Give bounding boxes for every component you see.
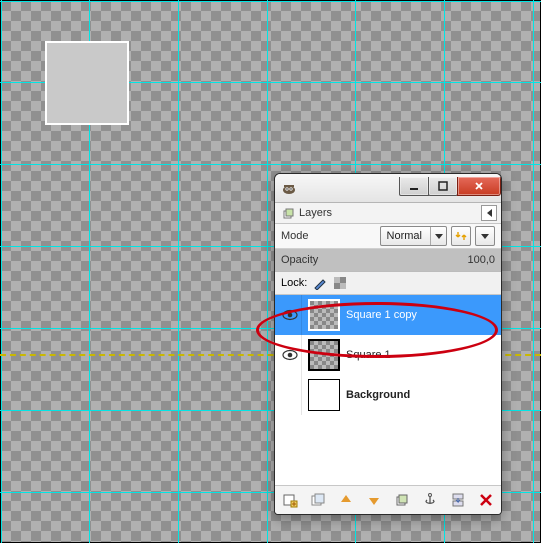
mode-label: Mode — [281, 230, 309, 242]
lock-alpha-toggle[interactable] — [333, 276, 347, 290]
layer-row[interactable]: Background — [275, 375, 501, 415]
layer-name[interactable]: Square 1 copy — [346, 309, 417, 321]
duplicate-layer-button[interactable] — [393, 491, 411, 509]
window-maximize-button[interactable] — [428, 177, 458, 196]
mode-dropdown[interactable]: Normal — [380, 226, 447, 246]
guide-horizontal — [0, 1, 541, 2]
dock-tab-bar: Layers — [275, 203, 501, 224]
lock-label: Lock: — [281, 277, 307, 289]
chevron-down-icon — [435, 234, 443, 239]
layers-icon — [283, 207, 295, 219]
gimp-icon — [281, 180, 297, 196]
mode-value: Normal — [381, 230, 430, 242]
window-close-button[interactable] — [457, 177, 501, 196]
layer-list[interactable]: Square 1 copy Square 1 Background — [275, 295, 501, 485]
lock-pixels-toggle[interactable] — [313, 276, 327, 290]
new-layer-group-button[interactable] — [309, 491, 327, 509]
chevron-down-icon — [481, 234, 489, 239]
layer-thumbnail — [308, 379, 340, 411]
layer-thumbnail — [308, 339, 340, 371]
drawn-square-layer — [45, 41, 129, 125]
layer-visibility-toggle[interactable] — [279, 335, 302, 375]
layer-visibility-toggle[interactable] — [279, 375, 302, 415]
layers-tab-label: Layers — [299, 207, 332, 219]
layer-row[interactable]: Square 1 copy — [275, 295, 501, 335]
mode-swap-button[interactable] — [451, 226, 471, 246]
merge-down-button[interactable] — [449, 491, 467, 509]
mode-row: Mode Normal — [275, 224, 501, 249]
opacity-slider[interactable]: Opacity 100,0 — [275, 249, 501, 272]
delete-layer-button[interactable] — [477, 491, 495, 509]
raise-layer-button[interactable] — [337, 491, 355, 509]
dock-menu-button[interactable] — [481, 205, 497, 221]
menu-arrow-icon — [487, 209, 492, 217]
guide-horizontal — [0, 164, 541, 165]
opacity-value: 100,0 — [467, 254, 495, 266]
layers-dialog[interactable]: Layers Mode Normal Opacity 100,0 Lock: — [274, 173, 502, 515]
swap-arrows-icon — [455, 230, 467, 242]
layers-toolbar — [275, 485, 501, 514]
mode-extra-dropdown[interactable] — [475, 226, 495, 246]
layer-thumbnail — [308, 299, 340, 331]
layer-name[interactable]: Square 1 — [346, 349, 391, 361]
anchor-layer-button[interactable] — [421, 491, 439, 509]
layers-tab[interactable]: Layers — [279, 206, 336, 220]
layer-visibility-toggle[interactable] — [279, 295, 302, 335]
lower-layer-button[interactable] — [365, 491, 383, 509]
layer-row[interactable]: Square 1 — [275, 335, 501, 375]
new-layer-button[interactable] — [281, 491, 299, 509]
lock-row: Lock: — [275, 272, 501, 295]
window-minimize-button[interactable] — [399, 177, 429, 196]
window-titlebar[interactable] — [275, 174, 501, 203]
layer-name[interactable]: Background — [346, 389, 410, 401]
opacity-label: Opacity — [281, 254, 318, 266]
